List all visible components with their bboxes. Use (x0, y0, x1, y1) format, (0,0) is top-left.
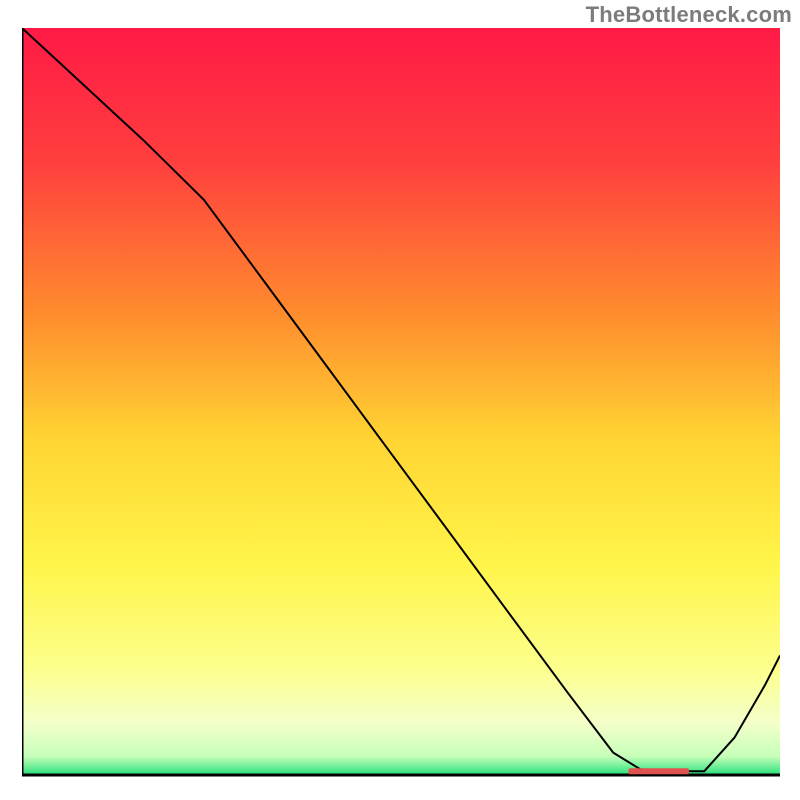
chart-svg (22, 28, 780, 780)
chart-stage: TheBottleneck.com (0, 0, 800, 800)
marker-label (630, 766, 634, 768)
marker-band (628, 768, 689, 774)
gradient-background (22, 28, 780, 775)
plot-area (22, 28, 780, 780)
watermark-text: TheBottleneck.com (586, 2, 792, 28)
